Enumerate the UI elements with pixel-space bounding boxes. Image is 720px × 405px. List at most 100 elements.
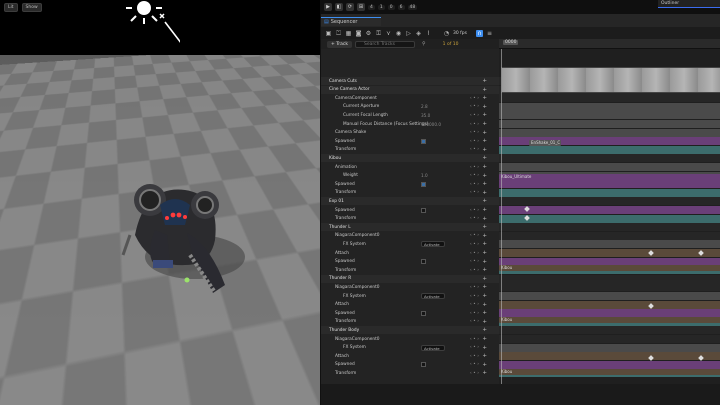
spawned-checkbox[interactable] [421, 208, 426, 213]
timeline-track[interactable] [499, 146, 720, 154]
key-nav-icon[interactable]: ‹ • › [470, 362, 479, 367]
realtime-icon[interactable]: ⟳ [346, 3, 354, 11]
key-nav-icon[interactable]: ‹ • › [470, 371, 479, 376]
track-row[interactable]: Spawned ‹ • › + [321, 309, 499, 317]
track-row[interactable]: Exp 01 + [321, 197, 499, 205]
track-row[interactable]: Spawned ‹ • › + [321, 361, 499, 369]
timeline-track[interactable] [499, 335, 720, 343]
spawned-checkbox[interactable] [421, 139, 426, 144]
timeline-section[interactable]: Kibou [499, 369, 720, 375]
key-nav-icon[interactable]: ‹ • › [470, 190, 479, 195]
key-nav-icon[interactable]: ‹ • › [470, 337, 479, 342]
filter-tracks-icon[interactable]: ⚲ [422, 41, 426, 47]
timeline-section[interactable]: Kibou_Ultimate [499, 174, 720, 180]
spawned-checkbox[interactable] [421, 259, 426, 264]
key-nav-icon[interactable]: ‹ • › [470, 268, 479, 273]
track-row[interactable]: Cine Camera Actor + [321, 86, 499, 94]
track-row[interactable]: Current Aperture 2.8 ‹ • › + [321, 103, 499, 111]
track-row[interactable]: Attach ‹ • › + [321, 352, 499, 360]
add-icon[interactable]: + [482, 216, 487, 222]
add-icon[interactable]: + [482, 241, 487, 247]
add-icon[interactable]: + [482, 138, 487, 144]
fx-system-dropdown[interactable]: Activate [421, 293, 445, 299]
track-row[interactable]: Thunder L + [321, 223, 499, 231]
curve-icon[interactable]: ⌇ [425, 30, 432, 37]
track-row[interactable]: Camera Cuts + [321, 77, 499, 85]
key-nav-icon[interactable]: ‹ • › [470, 302, 479, 307]
track-row[interactable]: NiagaraComponent0 ‹ • › + [321, 335, 499, 343]
timeline-track[interactable] [499, 232, 720, 240]
track-row[interactable]: Manual Focus Distance (Focus Settings) 10… [321, 120, 499, 128]
key-nav-icon[interactable]: ‹ • › [470, 139, 479, 144]
track-row[interactable]: Thunder R + [321, 275, 499, 283]
key-nav-icon[interactable]: ‹ • › [470, 165, 479, 170]
add-icon[interactable]: + [482, 104, 487, 110]
timeline-track[interactable] [499, 197, 720, 205]
add-icon[interactable]: + [482, 164, 487, 170]
fov-badge[interactable]: 48 [408, 5, 418, 10]
timeline-track[interactable] [499, 309, 720, 317]
add-icon[interactable]: + [482, 327, 487, 333]
track-row[interactable]: Transform ‹ • › + [321, 318, 499, 326]
key-nav-icon[interactable]: ‹ • › [470, 122, 479, 127]
timeline-track[interactable] [499, 94, 720, 102]
track-row[interactable]: FX System Activate ‹ • › + [321, 240, 499, 248]
key-nav-icon[interactable]: ‹ • › [470, 233, 479, 238]
add-icon[interactable]: + [482, 190, 487, 196]
timeline-track[interactable] [499, 120, 720, 128]
grid-snap-icon[interactable]: ⊞ [357, 3, 365, 11]
key-nav-icon[interactable]: ‹ • › [470, 104, 479, 109]
show-button[interactable]: Show [22, 3, 42, 12]
timeline-track[interactable] [499, 361, 720, 369]
add-icon[interactable]: + [482, 121, 487, 127]
timeline-track[interactable] [499, 206, 720, 214]
play-options-icon[interactable]: ▷ [405, 30, 412, 37]
lit-mode-button[interactable]: Lit [4, 3, 18, 12]
key-nav-icon[interactable]: ‹ • › [470, 173, 479, 178]
track-row[interactable]: Kibou + [321, 154, 499, 162]
search-tracks-input[interactable]: Search Tracks [355, 41, 415, 48]
fx-system-dropdown[interactable]: Activate [421, 345, 445, 351]
track-row[interactable]: Transform ‹ • › + [321, 146, 499, 154]
key-nav-icon[interactable]: ‹ • › [470, 208, 479, 213]
spawned-checkbox[interactable] [421, 311, 426, 316]
timeline[interactable]: 0000 EnShake_01_C Kibou_Ultimate Kibou Kibo… [499, 39, 720, 384]
add-icon[interactable]: + [482, 310, 487, 316]
snap-options-icon[interactable]: ≡ [486, 30, 493, 37]
camera-cut-thumbnails[interactable] [501, 67, 720, 93]
add-icon[interactable]: + [482, 181, 487, 187]
fps-selector[interactable]: 30 fps [453, 31, 467, 36]
track-row[interactable]: NiagaraComponent0 ‹ • › + [321, 283, 499, 291]
add-icon[interactable]: + [482, 173, 487, 179]
timeline-ruler[interactable]: 0000 [499, 39, 720, 49]
track-row[interactable]: Thunder Body + [321, 326, 499, 334]
key-nav-icon[interactable]: ‹ • › [470, 216, 479, 221]
timeline-track[interactable] [499, 326, 720, 334]
timeline-track[interactable] [499, 352, 720, 360]
key-icon[interactable]: ⚿ [375, 30, 382, 37]
key-nav-icon[interactable]: ‹ • › [470, 147, 479, 152]
timeline-track[interactable] [499, 129, 720, 137]
camera-icon[interactable]: ◙ [355, 30, 362, 37]
outliner-tab[interactable]: Outliner [658, 0, 720, 8]
timeline-track[interactable] [499, 292, 720, 300]
track-row[interactable]: Weight 1.0 ‹ • › + [321, 172, 499, 180]
camera-speed-badge[interactable]: 6 [398, 5, 405, 10]
key-nav-icon[interactable]: ‹ • › [470, 130, 479, 135]
magnet-icon[interactable]: ∩ [476, 30, 483, 37]
track-row[interactable]: Transform ‹ • › + [321, 266, 499, 274]
spawned-checkbox[interactable] [421, 362, 426, 367]
timeline-track[interactable] [499, 111, 720, 119]
key-nav-icon[interactable]: ‹ • › [470, 354, 479, 359]
track-row[interactable]: Transform ‹ • › + [321, 369, 499, 377]
timeline-track[interactable] [499, 283, 720, 291]
timeline-track[interactable] [499, 189, 720, 197]
timeline-section[interactable]: Kibou [499, 265, 720, 271]
add-icon[interactable]: + [482, 250, 487, 256]
robot-character[interactable] [115, 165, 255, 315]
key-nav-icon[interactable]: ‹ • › [470, 259, 479, 264]
track-row[interactable]: CameraComponent ‹ • › + [321, 94, 499, 102]
timeline-track[interactable] [499, 240, 720, 248]
timeline-track[interactable] [499, 249, 720, 257]
track-row[interactable]: Current Focal Length 35.0 ‹ • › + [321, 111, 499, 119]
